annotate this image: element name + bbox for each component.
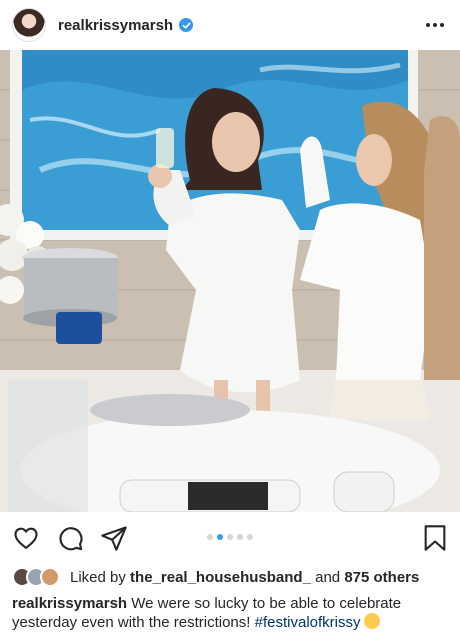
- carousel-dot: [227, 534, 233, 540]
- liked-others[interactable]: 875 others: [344, 569, 419, 586]
- post-header: realkrissymarsh: [0, 0, 460, 50]
- likes-row[interactable]: Liked by the_real_househusband_ and 875 …: [0, 564, 460, 590]
- liked-and: and: [315, 568, 341, 586]
- caption-username[interactable]: realkrissymarsh: [12, 595, 127, 612]
- avatar: [40, 567, 60, 587]
- post-caption: realkrissymarsh We were so lucky to be a…: [0, 590, 460, 632]
- caption-hashtag[interactable]: #festivalofkrissy: [255, 614, 361, 631]
- save-icon[interactable]: [422, 524, 448, 552]
- liked-by-user[interactable]: the_real_househusband_: [130, 569, 311, 586]
- comment-icon[interactable]: [56, 524, 84, 552]
- rolling-on-floor-laughing-emoji-icon: [363, 613, 380, 629]
- carousel-dot: [237, 534, 243, 540]
- share-icon[interactable]: [100, 524, 128, 552]
- carousel-dot: [207, 534, 213, 540]
- verified-badge-icon: [179, 18, 194, 32]
- more-options-icon[interactable]: [422, 17, 448, 33]
- heart-icon[interactable]: [12, 524, 40, 552]
- carousel-indicator: [207, 534, 253, 540]
- carousel-dot: [247, 534, 253, 540]
- avatar[interactable]: [12, 8, 46, 42]
- post-photo[interactable]: [0, 50, 460, 512]
- liked-by-text: Liked by the_real_househusband_ and 875 …: [70, 569, 419, 586]
- username[interactable]: realkrissymarsh: [58, 17, 173, 34]
- post-actions: [0, 512, 460, 564]
- liker-avatars: [12, 567, 60, 587]
- carousel-dot: [217, 534, 223, 540]
- liked-by-prefix: Liked by: [70, 568, 126, 586]
